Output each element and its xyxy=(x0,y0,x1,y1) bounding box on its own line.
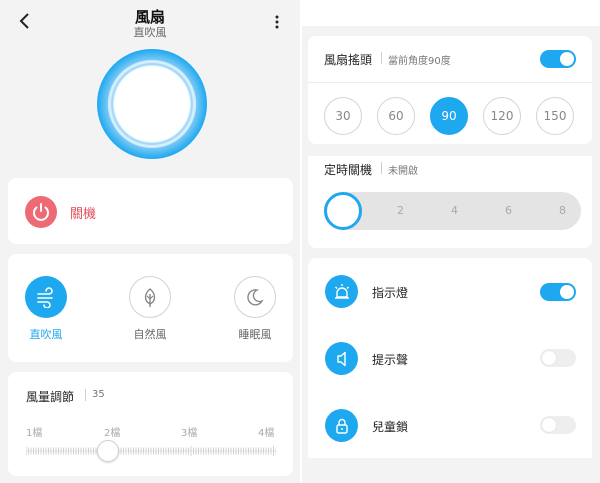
mode-natural-wind-button[interactable] xyxy=(129,276,171,318)
settings-card: 指示燈 提示聲 兒童鎖 xyxy=(308,258,592,458)
mode-direct-wind-label: 直吹風 xyxy=(29,328,63,341)
mode-sleep-wind-button[interactable] xyxy=(234,276,276,318)
top-strip xyxy=(302,0,600,26)
fan-settings-panel: 風扇搖頭 當前角度90度 30 60 90 120 150 定時關機 未開啟 2… xyxy=(302,0,600,483)
mode-direct-wind-button[interactable] xyxy=(25,276,67,318)
indicator-light-icon-wrap xyxy=(325,275,358,308)
angle-option-30[interactable]: 30 xyxy=(324,97,362,135)
sound-icon-wrap xyxy=(325,342,358,375)
gear-label-3: 3檔 xyxy=(181,428,198,439)
speed-slider-track[interactable] xyxy=(26,446,276,456)
swing-card: 風扇搖頭 當前角度90度 30 60 90 120 150 xyxy=(308,36,592,144)
indicator-light-toggle-knob xyxy=(560,285,574,299)
sound-toggle[interactable] xyxy=(540,349,576,367)
speaker-icon xyxy=(336,351,346,366)
swing-toggle[interactable] xyxy=(540,50,576,68)
mode-direct-wind[interactable]: 直吹風 xyxy=(16,276,76,342)
gear-label-4: 4檔 xyxy=(258,428,275,439)
mode-card: 直吹風 自然風 睡眠風 xyxy=(8,254,293,362)
speed-title: 風量調節 xyxy=(26,390,75,404)
timer-title: 定時關機 xyxy=(324,163,373,177)
wind-icon xyxy=(37,287,53,308)
timer-card: 定時關機 未開啟 2 4 6 8 xyxy=(308,156,592,248)
speed-slider-thumb[interactable] xyxy=(97,440,119,462)
mode-natural-wind-label: 自然風 xyxy=(133,328,167,341)
lock-icon xyxy=(335,418,348,434)
gear-label-2: 2檔 xyxy=(104,428,121,439)
timer-label-2: 2 xyxy=(397,204,404,217)
leaf-icon xyxy=(144,288,156,307)
angle-option-120[interactable]: 120 xyxy=(483,97,521,135)
sound-label: 提示聲 xyxy=(372,353,409,367)
child-lock-label: 兒童鎖 xyxy=(372,420,409,434)
power-card: 關機 xyxy=(8,178,293,244)
angle-option-150[interactable]: 150 xyxy=(536,97,574,135)
gear-label-1: 1檔 xyxy=(26,428,43,439)
page-subtitle: 直吹風 xyxy=(133,26,167,39)
power-label[interactable]: 關機 xyxy=(70,203,96,222)
angle-option-60[interactable]: 60 xyxy=(377,97,415,135)
moon-icon xyxy=(247,289,264,306)
fan-main-panel: 風扇 直吹風 關機 直吹風 自然風 睡眠風 風量調節 35 1檔 2檔 3檔 4… xyxy=(0,0,300,483)
timer-slider-thumb[interactable] xyxy=(324,192,362,230)
timer-label-4: 4 xyxy=(451,204,458,217)
swing-title: 風扇搖頭 xyxy=(324,53,373,67)
swing-divider xyxy=(381,52,382,64)
child-lock-toggle[interactable] xyxy=(540,416,576,434)
speed-card: 風量調節 35 1檔 2檔 3檔 4檔 xyxy=(8,372,293,476)
swing-status: 當前角度90度 xyxy=(388,56,451,67)
swing-toggle-knob xyxy=(560,52,574,66)
sound-toggle-knob xyxy=(542,351,556,365)
light-icon xyxy=(334,283,349,299)
mode-natural-wind[interactable]: 自然風 xyxy=(120,276,180,342)
timer-label-8: 8 xyxy=(559,204,566,217)
child-lock-icon-wrap xyxy=(325,409,358,442)
indicator-light-toggle[interactable] xyxy=(540,283,576,301)
angle-option-90[interactable]: 90 xyxy=(430,97,468,135)
fan-status-ring xyxy=(97,49,207,159)
speed-divider xyxy=(85,389,86,401)
more-options-icon[interactable] xyxy=(270,14,284,30)
mode-sleep-wind[interactable]: 睡眠風 xyxy=(225,276,285,342)
speed-value: 35 xyxy=(92,389,105,400)
timer-divider xyxy=(381,162,382,174)
child-lock-toggle-knob xyxy=(542,418,556,432)
swing-card-divider xyxy=(308,82,592,83)
power-icon xyxy=(33,203,49,221)
timer-status: 未開啟 xyxy=(388,166,418,177)
timer-label-6: 6 xyxy=(505,204,512,217)
mode-sleep-wind-label: 睡眠風 xyxy=(238,328,272,341)
power-button[interactable] xyxy=(25,196,57,228)
indicator-light-label: 指示燈 xyxy=(372,286,409,300)
